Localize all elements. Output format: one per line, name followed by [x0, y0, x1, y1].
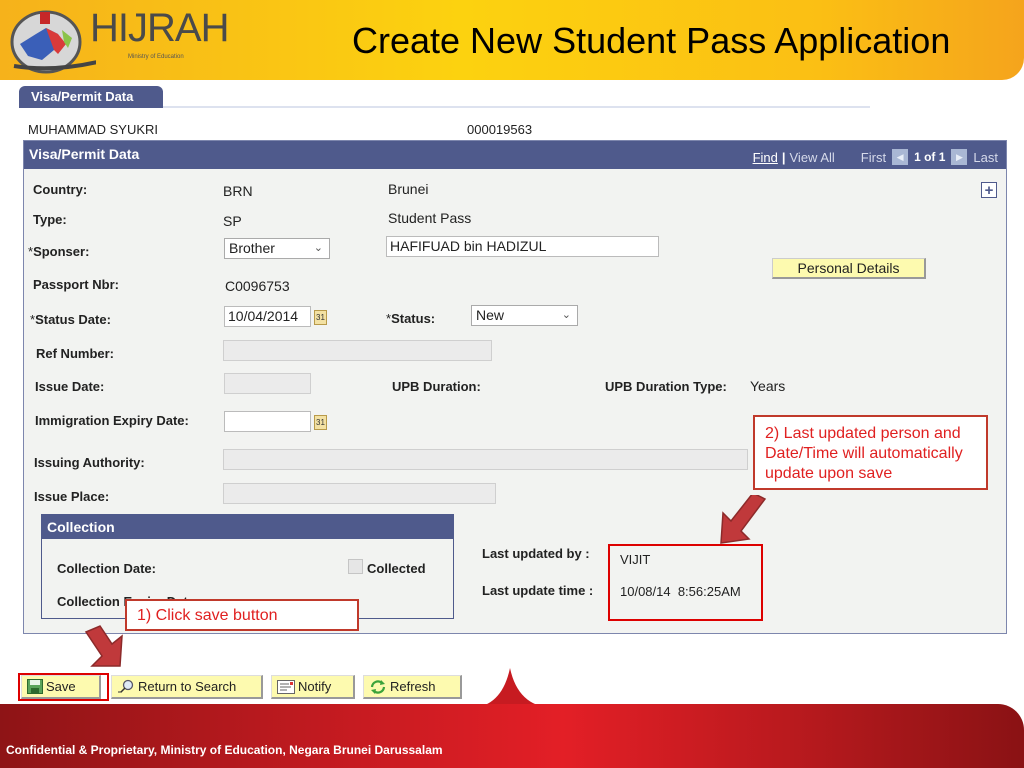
sponsor-label: *Sponser: [28, 244, 89, 259]
last-update-time-label: Last update time : [482, 583, 594, 598]
sponsor-select[interactable]: Brother ⌄ [224, 238, 330, 259]
logo-text: HIJRAH [90, 6, 229, 50]
personal-details-button[interactable]: Personal Details [772, 258, 926, 279]
status-selected-value: New [476, 307, 505, 323]
first-link[interactable]: First [861, 150, 886, 165]
nav-separator: | [781, 149, 786, 165]
return-to-search-button[interactable]: Return to Search [111, 675, 263, 699]
sponsor-label-text: Sponser: [33, 244, 90, 259]
footer-confidential-text: Confidential & Proprietary, Ministry of … [6, 743, 443, 757]
issue-date-input[interactable] [224, 373, 311, 394]
issue-place-input[interactable] [223, 483, 496, 504]
row-count: 1 of 1 [914, 150, 946, 164]
upb-duration-label: UPB Duration: [392, 379, 481, 394]
status-label: *Status: [386, 311, 435, 326]
ref-number-label: Ref Number: [36, 346, 115, 361]
ref-number-input[interactable] [223, 340, 492, 361]
notify-envelope-icon [277, 679, 295, 694]
immigration-expiry-input[interactable] [224, 411, 311, 432]
add-row-plus-icon[interactable]: + [981, 182, 997, 198]
type-name: Student Pass [388, 210, 472, 226]
last-link[interactable]: Last [973, 150, 998, 165]
type-label: Type: [33, 212, 67, 227]
issue-place-label: Issue Place: [34, 489, 110, 504]
passport-value: C0096753 [225, 278, 290, 294]
notify-label: Notify [298, 678, 332, 694]
type-code: SP [223, 213, 242, 229]
calendar-icon[interactable]: 31 [314, 310, 327, 325]
floppy-disk-icon [27, 679, 43, 694]
country-code: BRN [223, 183, 253, 199]
annotation-arrow-1-icon [84, 625, 123, 667]
issue-date-label: Issue Date: [35, 379, 105, 394]
chevron-down-icon: ⌄ [561, 309, 571, 321]
logo-subtitle: Ministry of Education [128, 54, 184, 60]
last-updated-by-label: Last updated by : [482, 546, 590, 561]
page-title: Create New Student Pass Application [352, 20, 951, 61]
magnifier-return-icon [118, 679, 134, 693]
collected-checkbox[interactable] [348, 559, 363, 574]
refresh-label: Refresh [390, 678, 436, 694]
status-date-label: *Status Date: [30, 312, 111, 327]
sponsor-name-input[interactable]: HAFIFUAD bin HADIZUL [386, 236, 659, 257]
tab-visa-permit-data[interactable]: Visa/Permit Data [19, 86, 163, 108]
calendar-icon[interactable]: 31 [314, 415, 327, 430]
country-label: Country: [33, 182, 88, 197]
collection-date-label: Collection Date: [57, 561, 156, 576]
next-arrow-icon[interactable]: ▶ [951, 149, 968, 165]
hijrah-logo: HIJRAH Ministry of Education [6, 4, 229, 76]
issuing-authority-input[interactable] [223, 449, 748, 470]
country-name: Brunei [388, 181, 429, 197]
passport-label: Passport Nbr: [33, 277, 119, 292]
visa-permit-panel: Visa/Permit Data Find | View All First ◀… [23, 140, 1007, 634]
header-banner: HIJRAH Ministry of Education Create New … [0, 0, 1024, 80]
sponsor-selected-value: Brother [229, 240, 275, 256]
issuing-authority-label: Issuing Authority: [34, 455, 145, 470]
save-button[interactable]: Save [21, 675, 101, 699]
panel-header: Visa/Permit Data Find | View All First ◀… [24, 141, 1006, 169]
brunei-map-globe-icon [10, 10, 127, 74]
save-label: Save [46, 678, 76, 694]
return-to-search-label: Return to Search [138, 678, 237, 694]
immigration-expiry-label: Immigration Expiry Date: [35, 413, 189, 428]
notify-button[interactable]: Notify [271, 675, 355, 699]
upb-duration-type-label: UPB Duration Type: [605, 379, 727, 394]
tab-underline [163, 106, 870, 108]
student-id: 000019563 [467, 122, 533, 137]
status-label-text: Status: [391, 311, 436, 326]
collection-title: Collection [42, 515, 453, 539]
chevron-down-icon: ⌄ [313, 242, 323, 254]
student-name: MUHAMMAD SYUKRI [28, 122, 159, 137]
row-navigation: Find | View All First ◀ 1 of 1 ▶ Last [753, 149, 998, 165]
previous-arrow-icon[interactable]: ◀ [892, 149, 909, 165]
footer-notch-decoration [472, 668, 552, 708]
status-date-label-text: Status Date: [35, 312, 111, 327]
panel-title: Visa/Permit Data [29, 146, 140, 162]
audit-highlight-box [608, 544, 763, 621]
refresh-button[interactable]: Refresh [363, 675, 462, 699]
annotation-note-2: 2) Last updated person and Date/Time wil… [753, 415, 988, 490]
find-link[interactable]: Find [753, 150, 778, 165]
annotation-note-1: 1) Click save button [125, 599, 359, 631]
status-select[interactable]: New ⌄ [471, 305, 578, 326]
status-date-input[interactable]: 10/04/2014 [224, 306, 311, 327]
collected-label: Collected [367, 561, 426, 576]
annotation-arrow-2-icon [720, 495, 767, 544]
view-all-link[interactable]: View All [790, 150, 835, 165]
refresh-icon [370, 680, 386, 694]
footer-bar: Confidential & Proprietary, Ministry of … [0, 704, 1024, 768]
upb-duration-type-value: Years [750, 378, 786, 394]
